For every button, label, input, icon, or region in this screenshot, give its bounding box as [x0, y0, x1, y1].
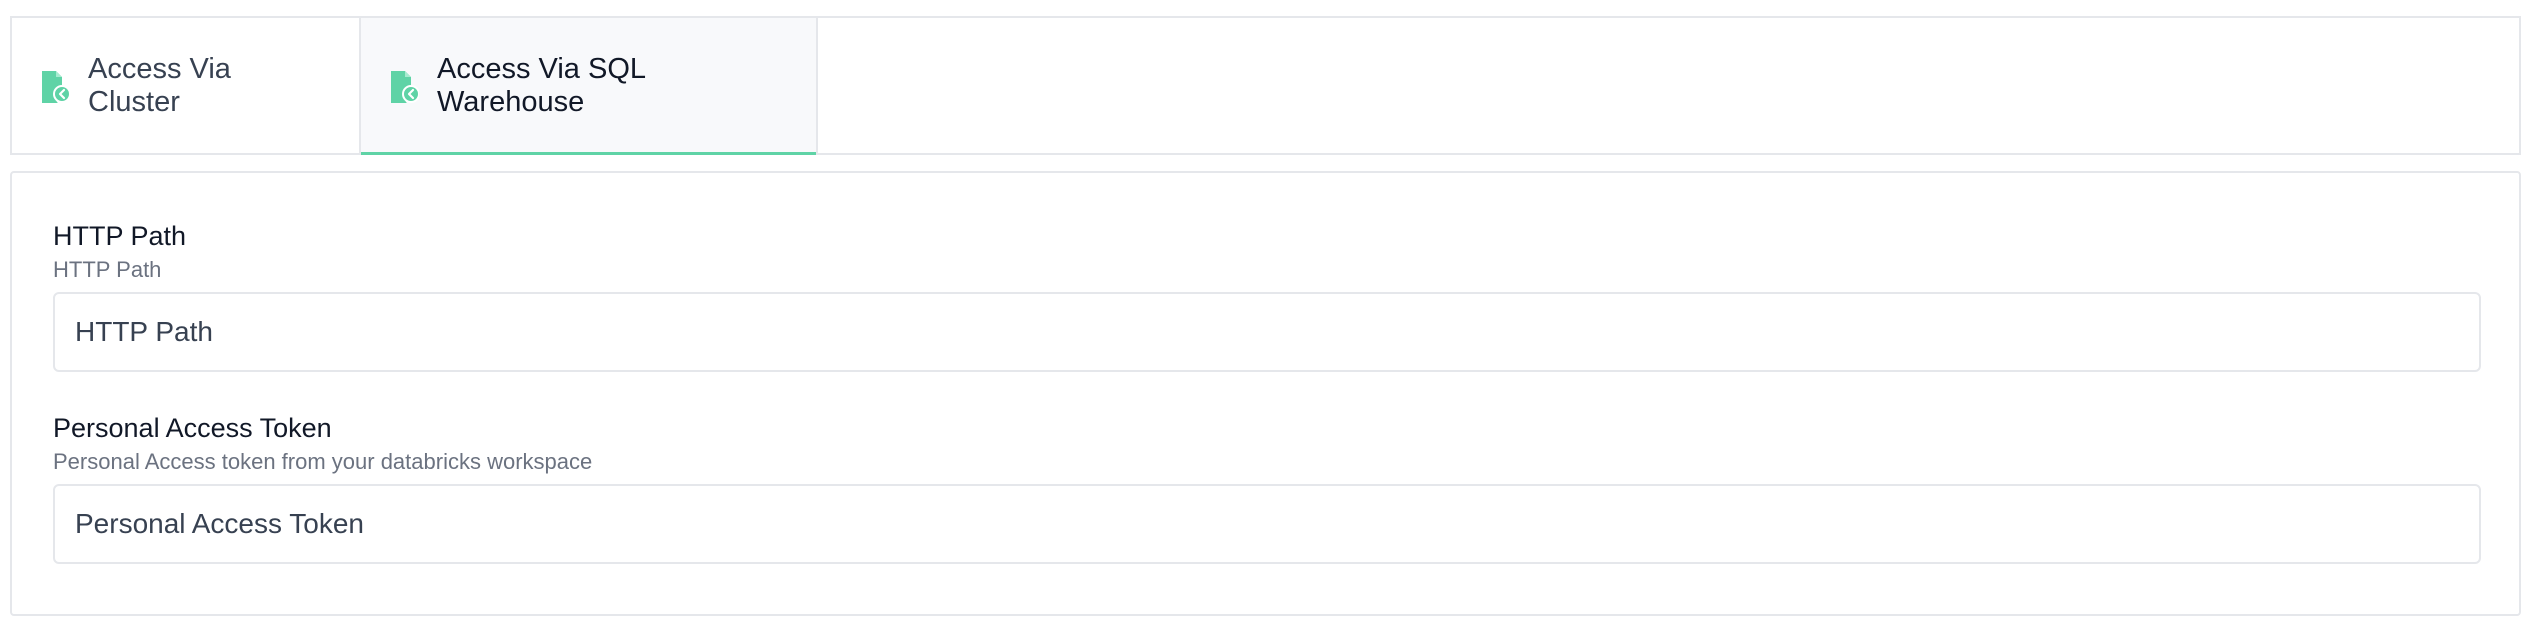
- tab-access-via-cluster[interactable]: Access Via Cluster: [12, 18, 359, 153]
- access-method-tabs: Access Via Cluster Access Via SQL Wareho…: [10, 16, 2521, 155]
- tab-access-via-sql-warehouse[interactable]: Access Via SQL Warehouse: [359, 18, 818, 155]
- tab-label: Access Via SQL Warehouse: [437, 52, 645, 118]
- personal-access-token-input[interactable]: [53, 484, 2481, 564]
- http-path-field-group: HTTP Path HTTP Path: [53, 220, 2481, 372]
- personal-access-token-description: Personal Access token from your databric…: [53, 449, 593, 474]
- document-arrow-icon: [389, 69, 420, 104]
- http-path-label: HTTP Path: [53, 221, 187, 251]
- sql-warehouse-form: HTTP Path HTTP Path Personal Access Toke…: [10, 171, 2521, 616]
- http-path-description: HTTP Path: [53, 257, 162, 282]
- http-path-input[interactable]: [53, 292, 2481, 372]
- document-arrow-icon: [40, 69, 71, 104]
- personal-access-token-field-group: Personal Access Token Personal Access to…: [53, 412, 2481, 564]
- tab-label: Access Via Cluster: [88, 52, 231, 118]
- personal-access-token-label: Personal Access Token: [53, 413, 332, 443]
